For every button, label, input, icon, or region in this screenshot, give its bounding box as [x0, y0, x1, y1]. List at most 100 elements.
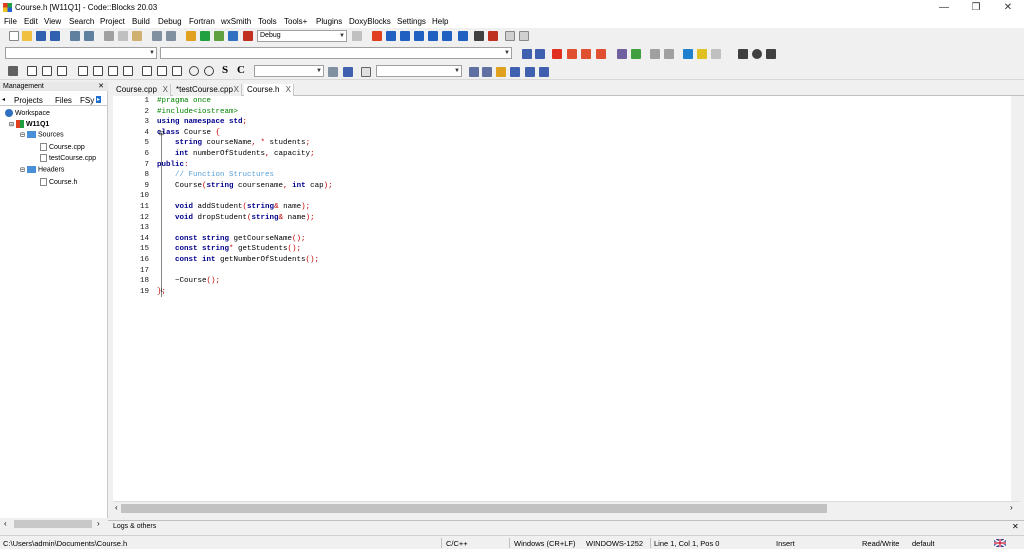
- code-line[interactable]: #pragma once: [157, 97, 211, 108]
- workspace-node[interactable]: Workspace: [5, 109, 50, 117]
- menu-file[interactable]: File: [4, 17, 17, 26]
- run-icon[interactable]: [200, 31, 210, 41]
- menu-view[interactable]: View: [44, 17, 61, 26]
- minimize-button[interactable]: —: [928, 0, 960, 15]
- code-line[interactable]: const string getCourseName();: [157, 235, 306, 246]
- code-line[interactable]: string courseName, * students;: [157, 139, 310, 150]
- incremental-search-icon[interactable]: [361, 67, 371, 77]
- editor-tab[interactable]: Course.h X: [244, 84, 294, 96]
- code-line[interactable]: int numberOfStudents, capacity;: [157, 150, 315, 161]
- search-go-icon[interactable]: [328, 67, 338, 77]
- match-case-button[interactable]: C: [237, 64, 245, 76]
- open-file-icon[interactable]: [22, 31, 32, 41]
- vertical-scrollbar[interactable]: [1011, 96, 1020, 501]
- next-instruction-icon[interactable]: [442, 31, 452, 41]
- abort-icon[interactable]: [243, 31, 253, 41]
- step-into-icon[interactable]: [414, 31, 424, 41]
- sources-folder[interactable]: ⊟ Sources: [20, 131, 64, 138]
- jump-back-icon[interactable]: [522, 49, 532, 59]
- build-target-select[interactable]: Debug ▼: [257, 30, 347, 42]
- menu-tools[interactable]: Tools: [258, 17, 277, 26]
- step-out-icon[interactable]: [428, 31, 438, 41]
- doxy-wizard-icon[interactable]: [617, 49, 627, 59]
- code-line[interactable]: ~Course();: [157, 277, 220, 288]
- menu-tools-plus[interactable]: Tools+: [284, 17, 307, 26]
- search-next-icon[interactable]: [482, 67, 492, 77]
- menu-doxyblocks[interactable]: DoxyBlocks: [349, 17, 391, 26]
- collapse-icon[interactable]: ⊟: [20, 167, 25, 173]
- close-icon[interactable]: ✕: [98, 82, 104, 91]
- menu-debug[interactable]: Debug: [158, 17, 182, 26]
- function-select[interactable]: ▼: [160, 47, 512, 59]
- run-to-cursor-icon[interactable]: [386, 31, 396, 41]
- toggle-bookmark-icon[interactable]: [552, 49, 562, 59]
- code-line[interactable]: // Function Structures: [157, 171, 274, 182]
- close-icon[interactable]: X: [234, 84, 239, 96]
- widget-9-icon[interactable]: [157, 66, 167, 76]
- copy-icon[interactable]: [118, 31, 128, 41]
- menu-edit[interactable]: Edit: [24, 17, 38, 26]
- debug-continue-icon[interactable]: [372, 31, 382, 41]
- menu-build[interactable]: Build: [132, 17, 150, 26]
- widget-5-icon[interactable]: [93, 66, 103, 76]
- management-scrollbar[interactable]: ‹ ›: [0, 518, 108, 530]
- regex-icon[interactable]: [539, 67, 549, 77]
- next-occurrence-icon[interactable]: [766, 49, 776, 59]
- tab-files[interactable]: Files: [55, 96, 72, 105]
- prev-bookmark-icon[interactable]: [567, 49, 577, 59]
- build-icon[interactable]: [186, 31, 196, 41]
- file-node[interactable]: testCourse.cpp: [40, 154, 96, 162]
- jump-forward-icon[interactable]: [535, 49, 545, 59]
- occurrence-dot-icon[interactable]: [752, 49, 762, 59]
- next-line-icon[interactable]: [400, 31, 410, 41]
- menu-project[interactable]: Project: [100, 17, 125, 26]
- run-chm-icon[interactable]: [697, 49, 707, 59]
- line-comment-icon[interactable]: [664, 49, 674, 59]
- save-icon[interactable]: [36, 31, 46, 41]
- symbol-search-button[interactable]: S: [222, 64, 228, 76]
- block-comment-icon[interactable]: [650, 49, 660, 59]
- tab-scroll-right-icon[interactable]: ▸: [96, 96, 102, 103]
- undo-icon[interactable]: [70, 31, 80, 41]
- logs-label[interactable]: Logs & others: [113, 523, 156, 530]
- pointer-icon[interactable]: [8, 66, 18, 76]
- save-all-icon[interactable]: [50, 31, 60, 41]
- logs-close-icon[interactable]: ✕: [1012, 522, 1019, 531]
- close-button[interactable]: ✕: [992, 0, 1024, 15]
- file-node[interactable]: Course.h: [40, 178, 77, 186]
- close-icon[interactable]: X: [286, 84, 291, 96]
- widget-3-icon[interactable]: [57, 66, 67, 76]
- various-info-icon[interactable]: [519, 31, 529, 41]
- debugging-windows-icon[interactable]: [505, 31, 515, 41]
- run-html-icon[interactable]: [683, 49, 693, 59]
- tab-fsymbols[interactable]: FSy: [80, 96, 94, 105]
- paste-icon[interactable]: [132, 31, 142, 41]
- scroll-thumb[interactable]: [14, 520, 92, 528]
- new-file-icon[interactable]: [9, 31, 19, 41]
- scroll-right-icon[interactable]: ›: [1010, 503, 1013, 512]
- stop-debugger-icon[interactable]: [488, 31, 498, 41]
- rebuild-icon[interactable]: [228, 31, 238, 41]
- editor-tab[interactable]: *testCourse.cpp X: [173, 84, 242, 96]
- tab-scroll-left-icon[interactable]: ◂: [2, 96, 5, 103]
- highlight-icon[interactable]: [496, 67, 506, 77]
- match-case-icon[interactable]: [525, 67, 535, 77]
- code-line[interactable]: const int getNumberOfStudents();: [157, 256, 319, 267]
- code-editor[interactable]: 1 2 3 4 5 6 7 8 9 10 11 12 13 14 15 16 17 18 19 #pragma on…: [113, 96, 1020, 501]
- widget-10-icon[interactable]: [172, 66, 182, 76]
- menu-settings[interactable]: Settings: [397, 17, 426, 26]
- headers-folder[interactable]: ⊟ Headers: [20, 166, 64, 173]
- scroll-right-icon[interactable]: ›: [97, 519, 100, 528]
- code-line[interactable]: const string* getStudents();: [157, 245, 301, 256]
- tab-projects[interactable]: Projects: [14, 96, 43, 105]
- widget-7-icon[interactable]: [123, 66, 133, 76]
- menu-plugins[interactable]: Plugins: [316, 17, 342, 26]
- maximize-button[interactable]: ❐: [960, 0, 992, 15]
- cut-icon[interactable]: [104, 31, 114, 41]
- editor-tab[interactable]: Course.cpp X: [113, 84, 171, 96]
- close-icon[interactable]: X: [163, 84, 168, 96]
- replace-icon[interactable]: [166, 31, 176, 41]
- menu-fortran[interactable]: Fortran: [189, 17, 215, 26]
- scope-select[interactable]: ▼: [5, 47, 157, 59]
- break-debugger-icon[interactable]: [474, 31, 484, 41]
